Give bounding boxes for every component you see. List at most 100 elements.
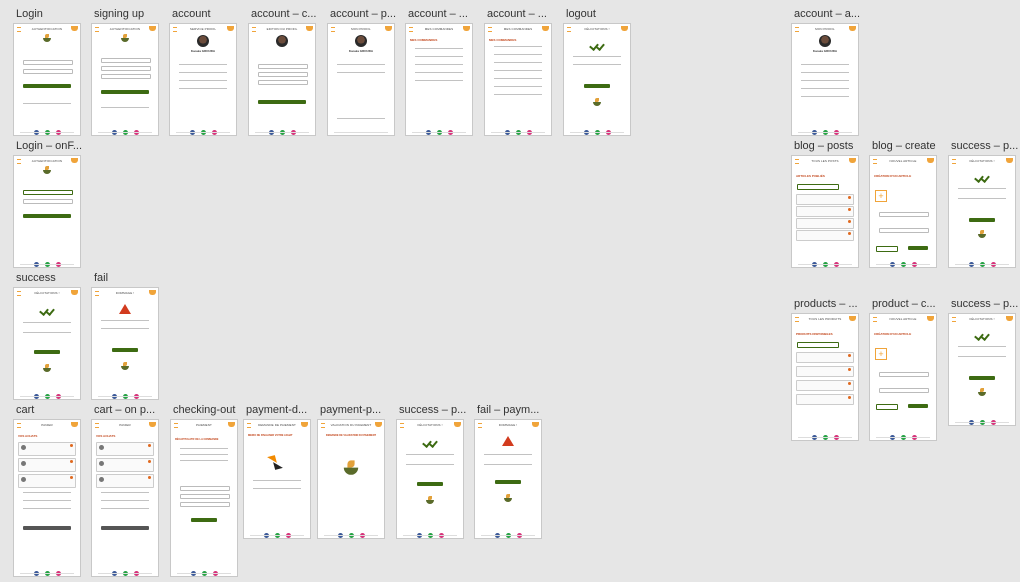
menu-item[interactable] bbox=[179, 80, 227, 83]
frame-account-orders-detail[interactable]: account – ... Mes commandes MES COMMANDE… bbox=[485, 8, 551, 135]
payment-method[interactable] bbox=[101, 508, 149, 511]
frame-login[interactable]: Login Authentification bbox=[14, 8, 80, 135]
order-line[interactable] bbox=[494, 86, 542, 89]
list-item[interactable] bbox=[796, 206, 854, 217]
menu-item[interactable] bbox=[179, 88, 227, 91]
email-field[interactable] bbox=[258, 72, 308, 77]
list-item[interactable] bbox=[796, 230, 854, 241]
order-line[interactable] bbox=[415, 80, 463, 83]
content-field[interactable] bbox=[879, 228, 929, 233]
frame-account[interactable]: account Service profil Kaouia GROUDA bbox=[170, 8, 236, 135]
frame-success-payment[interactable]: success – p... Félicitations ! bbox=[397, 404, 466, 538]
email-field[interactable] bbox=[23, 60, 73, 65]
frame-success-product[interactable]: success – p... Félicitations ! bbox=[949, 298, 1018, 425]
order-line[interactable] bbox=[415, 64, 463, 67]
retry-button[interactable] bbox=[112, 348, 138, 352]
order-line[interactable] bbox=[415, 48, 463, 51]
list-item[interactable] bbox=[796, 366, 854, 377]
checkout-button[interactable] bbox=[23, 526, 71, 530]
save-button[interactable] bbox=[258, 100, 306, 104]
payment-method[interactable] bbox=[23, 508, 71, 511]
frame-success-post[interactable]: success – p... Félicitations ! bbox=[949, 140, 1018, 267]
publish-button[interactable] bbox=[908, 404, 928, 408]
order-line[interactable] bbox=[494, 78, 542, 81]
login-link[interactable] bbox=[101, 107, 149, 110]
email-field[interactable] bbox=[23, 190, 73, 195]
order-line[interactable] bbox=[494, 54, 542, 57]
list-item[interactable] bbox=[796, 380, 854, 391]
order-line[interactable] bbox=[494, 46, 542, 49]
new-product-button[interactable] bbox=[797, 342, 839, 348]
checkout-button[interactable] bbox=[101, 526, 149, 530]
frame-products[interactable]: products – ... Tous les produits PRODUIT… bbox=[792, 298, 858, 440]
frame-account-admin[interactable]: account – a... Mon profil Kaouia GROUDA bbox=[792, 8, 860, 135]
cart-item[interactable] bbox=[18, 474, 76, 488]
continue-button[interactable] bbox=[417, 482, 443, 486]
content-field[interactable] bbox=[879, 388, 929, 393]
payment-method[interactable] bbox=[101, 500, 149, 503]
phone-field[interactable] bbox=[180, 502, 230, 507]
menu-item[interactable] bbox=[801, 96, 849, 99]
frame-fail-payment[interactable]: fail – paym... Dommage ! bbox=[475, 404, 541, 538]
login-button[interactable] bbox=[23, 84, 71, 88]
order-line[interactable] bbox=[494, 94, 542, 97]
name-field[interactable] bbox=[258, 64, 308, 69]
password-field[interactable] bbox=[23, 69, 73, 74]
cancel-button[interactable] bbox=[876, 404, 898, 410]
title-field[interactable] bbox=[879, 212, 929, 217]
password-field[interactable] bbox=[101, 74, 151, 79]
cart-item[interactable] bbox=[18, 458, 76, 472]
frame-payment-pending[interactable]: payment-p... Validation du paiement DEMA… bbox=[318, 404, 384, 538]
cart-item[interactable] bbox=[96, 458, 154, 472]
cart-item[interactable] bbox=[96, 442, 154, 456]
frame-checking-out[interactable]: checking-out Paiement RÉCAPITULATIF DE L… bbox=[171, 404, 237, 576]
continue-button[interactable] bbox=[969, 218, 995, 222]
frame-cart-on-press[interactable]: cart – on p... Panier VOS ACHATS bbox=[92, 404, 158, 576]
home-button[interactable] bbox=[584, 84, 610, 88]
frame-fail[interactable]: fail Dommage ! bbox=[92, 272, 158, 399]
signup-link[interactable] bbox=[23, 103, 71, 106]
menu-item[interactable] bbox=[179, 64, 227, 67]
cart-item[interactable] bbox=[18, 442, 76, 456]
frame-account-edit[interactable]: account – c... Edition du profil bbox=[249, 8, 316, 135]
list-item[interactable] bbox=[796, 352, 854, 363]
name-field[interactable] bbox=[101, 58, 151, 63]
menu-item[interactable] bbox=[179, 72, 227, 75]
frame-payment-demand[interactable]: payment-d... Demande de paiement MERCI D… bbox=[244, 404, 310, 538]
order-line[interactable] bbox=[494, 62, 542, 65]
retry-button[interactable] bbox=[495, 480, 521, 484]
address-field[interactable] bbox=[180, 486, 230, 491]
email-field[interactable] bbox=[101, 66, 151, 71]
frame-product-create[interactable]: product – c... Nouvel article CRÉATION D… bbox=[870, 298, 936, 440]
continue-button[interactable] bbox=[969, 376, 995, 380]
continue-button[interactable] bbox=[34, 350, 60, 354]
password-field[interactable] bbox=[258, 80, 308, 85]
frame-blog-posts[interactable]: blog – posts Tous les posts ARTICLES PUB… bbox=[792, 140, 858, 267]
menu-item[interactable] bbox=[801, 80, 849, 83]
frame-cart[interactable]: cart Panier VOS ACHATS bbox=[14, 404, 80, 576]
add-image-icon[interactable]: + bbox=[875, 190, 887, 202]
publish-button[interactable] bbox=[908, 246, 928, 250]
order-line[interactable] bbox=[415, 56, 463, 59]
new-post-button[interactable] bbox=[797, 184, 839, 190]
list-item[interactable] bbox=[796, 394, 854, 405]
payment-method[interactable] bbox=[23, 500, 71, 503]
menu-item[interactable] bbox=[801, 88, 849, 91]
cancel-button[interactable] bbox=[876, 246, 898, 252]
city-field[interactable] bbox=[180, 494, 230, 499]
list-item[interactable] bbox=[796, 218, 854, 229]
menu-item[interactable] bbox=[801, 64, 849, 67]
title-field[interactable] bbox=[879, 372, 929, 377]
password-field[interactable] bbox=[23, 199, 73, 204]
order-line[interactable] bbox=[415, 72, 463, 75]
frame-logout[interactable]: logout Félicitations ! bbox=[564, 8, 630, 135]
login-button[interactable] bbox=[23, 214, 71, 218]
list-item[interactable] bbox=[796, 194, 854, 205]
add-image-icon[interactable]: + bbox=[875, 348, 887, 360]
order-line[interactable] bbox=[494, 70, 542, 73]
frame-login-onfocus[interactable]: Login – onF... Authentification bbox=[14, 140, 82, 267]
signup-button[interactable] bbox=[101, 90, 149, 94]
pay-button[interactable] bbox=[191, 518, 217, 522]
frame-account-profile[interactable]: account – p... Mon profil Kaouia GROUDA bbox=[328, 8, 396, 135]
cart-item[interactable] bbox=[96, 474, 154, 488]
